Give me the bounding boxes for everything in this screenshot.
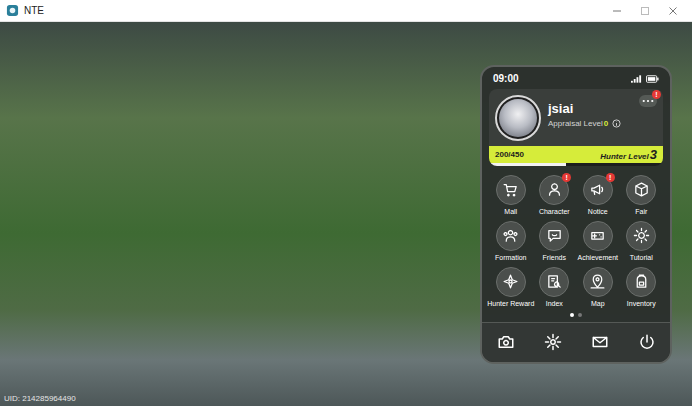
alert-badge: !	[562, 173, 571, 182]
app-button[interactable]: Index	[533, 267, 577, 307]
game-scene: UID: 214285964490 09:00 jsiai Appraisal Lev…	[0, 22, 692, 406]
more-icon	[642, 99, 654, 103]
app-label: Mall	[504, 208, 517, 215]
app-label: Tutorial	[630, 254, 653, 261]
app-label: Notice	[588, 208, 608, 215]
page-dot[interactable]	[578, 313, 582, 317]
app-logo-icon	[6, 4, 19, 17]
app-button[interactable]: Map	[576, 267, 620, 307]
hunter-level-bar: 200/450 Hunter Level3	[489, 146, 663, 163]
group-icon	[502, 227, 519, 244]
app-label: Formation	[495, 254, 527, 261]
app-label: Inventory	[627, 300, 656, 307]
appraisal-level: Appraisal Level0	[548, 119, 632, 128]
uid-label: UID: 214285964490	[4, 394, 76, 403]
book-search-icon	[546, 273, 563, 290]
alert-badge: !	[606, 173, 615, 182]
app-label: Character	[539, 208, 570, 215]
app-label: Index	[546, 300, 563, 307]
app-label: Achievement	[578, 254, 618, 261]
page-dot[interactable]	[570, 313, 574, 317]
app-button[interactable]: Tutorial	[620, 221, 664, 261]
phone-bottom-bar	[482, 322, 670, 362]
app-button[interactable]: Friends	[533, 221, 577, 261]
app-button[interactable]: ! Notice	[576, 175, 620, 215]
power-button[interactable]	[634, 331, 660, 353]
hunter-level: Hunter Level3	[600, 147, 657, 162]
xp-progress-track	[489, 163, 663, 166]
cart-icon	[502, 181, 519, 198]
app-button[interactable]: Hunter Reward	[489, 267, 533, 307]
app-label: Friends	[543, 254, 566, 261]
window-title: NTE	[24, 5, 44, 16]
close-icon[interactable]	[668, 6, 678, 16]
app-button[interactable]: Mall	[489, 175, 533, 215]
app-button[interactable]: Fair	[620, 175, 664, 215]
camera-icon	[497, 333, 515, 351]
gamepad-icon	[589, 227, 606, 244]
player-name: jsiai	[548, 101, 632, 116]
phone-status-bar: 09:00	[489, 71, 663, 87]
person-icon	[546, 181, 563, 198]
page-indicator	[489, 307, 663, 322]
clock: 09:00	[493, 73, 519, 84]
backpack-icon	[633, 273, 650, 290]
info-icon[interactable]	[612, 119, 621, 128]
xp-count: 200/450	[495, 150, 524, 159]
gear-icon	[544, 333, 562, 351]
app-button[interactable]: Achievement	[576, 221, 620, 261]
compass-icon	[502, 273, 519, 290]
phone-menu: 09:00 jsiai Appraisal Level0! 200/450 Hunter…	[480, 65, 672, 364]
title-bar: NTE	[0, 0, 692, 22]
profile-card[interactable]: jsiai Appraisal Level0! 200/450 Hunter Leve…	[489, 89, 663, 166]
power-icon	[638, 333, 656, 351]
more-menu-button[interactable]: !	[639, 95, 657, 107]
map-pin-icon	[589, 273, 606, 290]
dice-icon	[633, 181, 650, 198]
xp-progress-fill	[489, 163, 566, 166]
mail-icon	[591, 333, 609, 351]
maximize-icon[interactable]	[640, 6, 650, 16]
app-grid: Mall! Character! Notice Fair Formation Friend…	[489, 166, 663, 307]
sun-icon	[633, 227, 650, 244]
chat-icon	[546, 227, 563, 244]
battery-icon	[646, 75, 659, 83]
settings-button[interactable]	[540, 331, 566, 353]
camera-button[interactable]	[493, 331, 519, 353]
minimize-icon[interactable]	[612, 6, 622, 16]
app-label: Hunter Reward	[487, 300, 534, 307]
app-button[interactable]: ! Character	[533, 175, 577, 215]
mail-button[interactable]	[587, 331, 613, 353]
megaphone-icon	[589, 181, 606, 198]
app-label: Fair	[635, 208, 647, 215]
app-label: Map	[591, 300, 605, 307]
app-window: NTE UID: 214285964490 09:00 jsiai Appraisal …	[0, 0, 692, 406]
signal-icon	[631, 75, 642, 83]
avatar[interactable]	[495, 95, 541, 141]
app-button[interactable]: Inventory	[620, 267, 664, 307]
alert-badge: !	[652, 90, 661, 99]
app-button[interactable]: Formation	[489, 221, 533, 261]
